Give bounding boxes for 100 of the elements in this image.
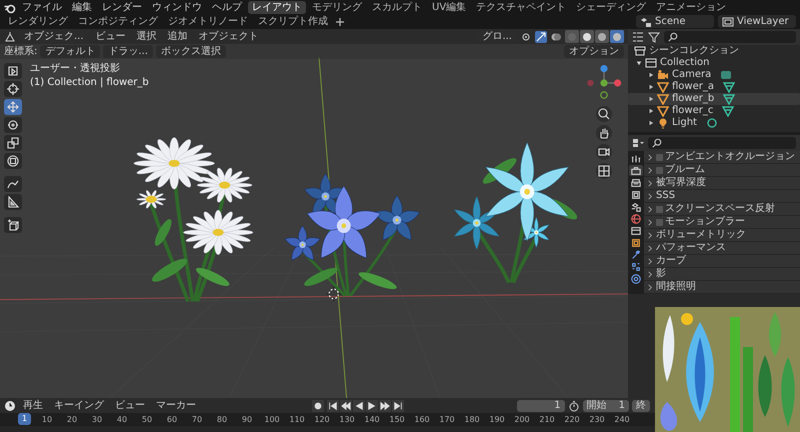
workspace-tab[interactable]: スカルプト <box>368 1 426 14</box>
properties-tab[interactable] <box>629 165 643 176</box>
workspace-tab[interactable]: スクリプト作成 <box>254 15 332 28</box>
panel-header[interactable]: カーブ <box>644 255 800 268</box>
snap-icon[interactable] <box>535 30 547 42</box>
tool-button[interactable] <box>4 135 22 151</box>
navigation-button[interactable] <box>596 163 612 179</box>
disclosure-triangle-icon[interactable] <box>648 72 654 78</box>
light-data-icon[interactable] <box>706 117 718 129</box>
disclosure-triangle-icon[interactable] <box>648 108 654 114</box>
tool-button[interactable] <box>4 81 22 97</box>
menu-item[interactable]: ファイル <box>18 1 66 14</box>
tool-button[interactable] <box>4 176 22 192</box>
workspace-tab[interactable]: レンダリング <box>4 15 72 28</box>
playback-button[interactable] <box>392 400 404 412</box>
search-field[interactable] <box>664 31 796 43</box>
panel-header[interactable]: モーションブラー <box>644 216 800 229</box>
playback-button[interactable] <box>327 400 340 412</box>
menu-item[interactable]: ビュー <box>111 399 149 412</box>
workspace-tab[interactable]: レイアウト <box>248 1 306 14</box>
search-field[interactable] <box>648 137 796 149</box>
navigation-button[interactable] <box>596 144 612 160</box>
menu-item[interactable]: 編集 <box>68 1 96 14</box>
disclosure-triangle-icon[interactable] <box>648 96 654 102</box>
outliner-row[interactable]: flower_c <box>628 105 800 117</box>
start-frame-field[interactable]: 開始 1 <box>582 400 629 412</box>
menu-item[interactable]: ウィンドウ <box>148 1 206 14</box>
checkbox[interactable] <box>656 218 663 226</box>
outliner-row[interactable]: Camera <box>628 69 800 81</box>
record-button[interactable] <box>312 400 324 412</box>
tool-button[interactable] <box>4 153 22 169</box>
navigation-button[interactable] <box>596 125 612 141</box>
stopwatch-icon[interactable] <box>568 400 580 412</box>
panel-header[interactable]: アンビエントオクルージョン <box>644 151 800 164</box>
tool-button[interactable] <box>4 117 22 133</box>
playback-button[interactable] <box>353 400 366 412</box>
coordinate-dropdown[interactable]: デフォルト <box>40 45 100 58</box>
menu-item[interactable]: 再生 <box>19 399 47 412</box>
panel-header[interactable]: ブルーム <box>644 164 800 177</box>
playback-button[interactable] <box>379 400 392 412</box>
properties-tab[interactable] <box>629 225 643 236</box>
menu-item[interactable]: マーカー <box>152 399 200 412</box>
properties-tab[interactable] <box>629 201 643 212</box>
properties-tab[interactable] <box>629 237 643 248</box>
tree-item[interactable]: Collection <box>660 57 710 69</box>
workspace-tab[interactable]: テクスチャペイント <box>472 1 570 14</box>
navigation-button[interactable] <box>596 106 612 122</box>
workspace-tab[interactable]: UV編集 <box>428 1 470 14</box>
mesh-data-icon[interactable] <box>723 93 736 105</box>
clock-icon[interactable] <box>4 400 16 412</box>
panel-header[interactable]: 間接照明 <box>644 281 800 294</box>
options-dropdown[interactable]: オプション <box>564 45 624 58</box>
view-layer-field[interactable]: ViewLayer <box>718 15 796 28</box>
panel-header[interactable]: 影 <box>644 268 800 281</box>
menu-item[interactable]: 選択 <box>132 30 161 43</box>
checkbox[interactable] <box>656 166 663 174</box>
panel-header[interactable]: スクリーンスペース反射 <box>644 203 800 216</box>
tool-button[interactable] <box>4 63 22 79</box>
properties-tab[interactable] <box>629 153 643 164</box>
panel-header[interactable]: 被写界深度 <box>644 177 800 190</box>
outliner-row[interactable]: Light <box>628 117 800 129</box>
filter-icon[interactable] <box>648 31 660 43</box>
menu-item[interactable]: レンダー <box>98 1 146 14</box>
mesh-data-icon[interactable] <box>722 105 734 117</box>
tree-item[interactable]: シーンコレクション <box>649 45 739 57</box>
add-icon[interactable] <box>334 16 346 28</box>
menu-item[interactable]: 追加 <box>164 30 192 43</box>
properties-tab[interactable] <box>629 273 643 284</box>
drag-dropdown[interactable]: ドラッ... <box>103 45 153 58</box>
tool-button[interactable] <box>4 99 22 115</box>
properties-tab[interactable] <box>629 261 643 272</box>
camera-data-icon[interactable] <box>720 69 732 81</box>
disclosure-triangle-icon[interactable] <box>648 84 654 90</box>
workspace-tab[interactable]: シェーディング <box>572 1 650 14</box>
current-frame-field[interactable]: 1 <box>516 400 565 412</box>
properties-tab[interactable] <box>629 189 643 200</box>
checkbox[interactable] <box>656 154 663 160</box>
mesh-data-icon[interactable] <box>723 81 735 93</box>
workspace-tab[interactable]: アニメーション <box>652 1 730 14</box>
outliner-row[interactable]: flower_a <box>628 81 800 93</box>
logo-icon[interactable] <box>4 2 16 14</box>
panel-header[interactable]: パフォーマンス <box>644 242 800 255</box>
scene-field[interactable]: Scene <box>636 15 714 28</box>
3d-viewport[interactable]: オブジェク... ビュー 選択 追加 オブジェクト グロ... 座標系: デフォルト ドラッ... ボックス選択 オプション ユーザー・透視投影 (1) Collection | flower_b <box>0 29 628 398</box>
select-mode-dropdown[interactable]: ボックス選択 <box>156 45 226 58</box>
workspace-tab[interactable]: コンポジティング <box>74 15 162 28</box>
tool-button[interactable] <box>4 194 22 210</box>
disclosure-triangle-icon[interactable] <box>648 120 654 126</box>
editor-type-icon[interactable] <box>4 30 16 42</box>
checkbox[interactable] <box>656 206 663 212</box>
properties-tab[interactable] <box>629 213 643 224</box>
playhead[interactable]: 1 <box>18 413 32 425</box>
end-frame-field[interactable]: 終 <box>632 400 650 412</box>
panel-header[interactable]: SSS <box>644 190 800 203</box>
disclosure-triangle-icon[interactable] <box>636 60 642 66</box>
playback-button[interactable] <box>366 400 378 412</box>
properties-tab[interactable] <box>629 177 643 188</box>
playback-button[interactable] <box>340 400 352 412</box>
menu-item[interactable]: キーイング <box>50 399 108 412</box>
workspace-tab[interactable]: モデリング <box>308 1 366 14</box>
